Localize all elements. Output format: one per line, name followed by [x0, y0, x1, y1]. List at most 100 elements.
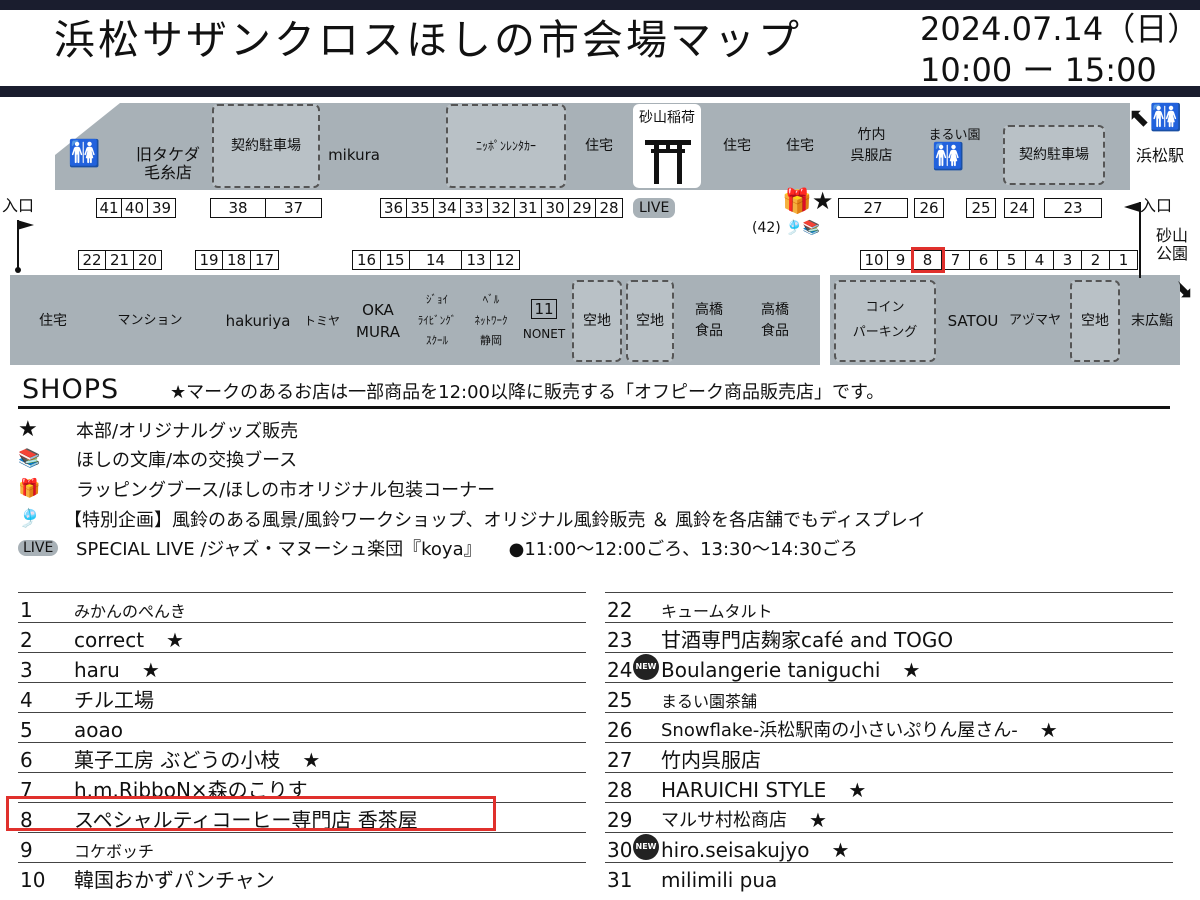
- booth-32[interactable]: 32: [488, 198, 515, 218]
- booth-21[interactable]: 21: [106, 250, 134, 270]
- booth-15[interactable]: 15: [381, 250, 410, 270]
- top-block-mikura: mikura: [325, 104, 383, 188]
- numrow-16-12: 16 15 14 13 12: [352, 250, 520, 270]
- gift-icon: 🎁: [18, 478, 41, 499]
- park-label: 砂山 公園: [1156, 226, 1189, 264]
- shop-row[interactable]: 23 甘酒専門店麹家café and TOGO: [605, 622, 1173, 652]
- shop-number: 23: [607, 628, 633, 652]
- shop-number: 3: [20, 658, 33, 682]
- booth-2[interactable]: 2: [1082, 250, 1110, 270]
- shop-row[interactable]: 25 まるい園茶舗: [605, 682, 1173, 712]
- booth-8-highlighted[interactable]: 8: [911, 247, 945, 273]
- station-arrow-icon: ⬉🚻: [1128, 103, 1183, 133]
- top-block-house-c: 住宅: [772, 104, 828, 188]
- booth-7[interactable]: 7: [942, 250, 970, 270]
- booth-16[interactable]: 16: [352, 250, 381, 270]
- windchime-icon: 🎐: [18, 508, 41, 529]
- booth-25[interactable]: 25: [966, 198, 996, 218]
- bottom-block-vacant-1: 空地: [572, 280, 622, 362]
- shop-name: 韓国おかずパンチャン: [74, 868, 275, 892]
- offpeak-star-icon: ★: [831, 838, 850, 862]
- selected-shop-highlight: [6, 796, 496, 831]
- booth-18[interactable]: 18: [223, 250, 251, 270]
- booth-9[interactable]: 9: [888, 250, 914, 270]
- booth-4[interactable]: 4: [1026, 250, 1054, 270]
- shops-heading: SHOPS: [22, 374, 120, 405]
- shop-name: HARUICHI STYLE: [661, 778, 827, 802]
- shop-row[interactable]: 26 Snowflake-浜松駅南の小さいぷりん屋さん- ★: [605, 712, 1173, 742]
- booth-27[interactable]: 27: [838, 198, 908, 218]
- booth-39[interactable]: 39: [148, 198, 176, 218]
- shop-name: correct: [74, 628, 145, 652]
- booth-26[interactable]: 26: [914, 198, 944, 218]
- top-block-old-takeda: 旧タケダ 毛糸店: [136, 145, 201, 183]
- bottom-block-bell-network: ﾍﾞﾙ ﾈｯﾄﾜｰｸ 静岡: [466, 280, 516, 362]
- shop-name: milimili pua: [661, 868, 778, 892]
- legend-text: SPECIAL LIVE /ジャズ・マヌーシュ楽団『koya』 ●11:00〜1…: [76, 539, 858, 560]
- entrance-right-label: 入口: [1140, 196, 1173, 215]
- shop-row[interactable]: 29 マルサ村松商店 ★: [605, 802, 1173, 832]
- booth-36[interactable]: 36: [380, 198, 407, 218]
- shop-row[interactable]: 3 haru ★: [18, 652, 586, 682]
- booth-35[interactable]: 35: [407, 198, 434, 218]
- event-time: 10:00 ー 15:00: [920, 51, 1157, 89]
- bottom-block-nonet: 11 NONET: [520, 280, 568, 362]
- booth-38[interactable]: 38: [210, 198, 266, 218]
- booth-31[interactable]: 31: [515, 198, 542, 218]
- booth-11[interactable]: 11: [531, 299, 557, 319]
- booth-41[interactable]: 41: [96, 198, 122, 218]
- legend-row-gift: 🎁 ラッピングブース/ほしの市オリジナル包装コーナー: [18, 476, 495, 502]
- shop-row[interactable]: 1 みかんのぺんき: [18, 592, 586, 622]
- bottom-block-mansion: マンション: [86, 280, 214, 362]
- booth-19[interactable]: 19: [195, 250, 223, 270]
- shop-name: aoao: [74, 718, 123, 742]
- booth-30[interactable]: 30: [542, 198, 569, 218]
- bottom-block-takahashi-2: 高橋 食品: [744, 280, 806, 362]
- shop-row[interactable]: 27 竹内呉服店: [605, 742, 1173, 772]
- booth-17[interactable]: 17: [251, 250, 279, 270]
- booth-37[interactable]: 37: [266, 198, 322, 218]
- booth-24[interactable]: 24: [1004, 198, 1034, 218]
- shop-row[interactable]: 5 aoao: [18, 712, 586, 742]
- booth-23[interactable]: 23: [1044, 198, 1102, 218]
- numrow-19-17: 19 18 17: [195, 250, 279, 270]
- booth-40[interactable]: 40: [122, 198, 148, 218]
- shop-row[interactable]: 30 NEW hiro.seisakujyo ★: [605, 832, 1173, 862]
- booth-13[interactable]: 13: [462, 250, 491, 270]
- shop-row[interactable]: 28 HARUICHI STYLE ★: [605, 772, 1173, 802]
- booth-29[interactable]: 29: [569, 198, 596, 218]
- shop-row[interactable]: 9 コケボッチ: [18, 832, 586, 862]
- shop-row[interactable]: 2 correct ★: [18, 622, 586, 652]
- shop-number: 2: [20, 628, 33, 652]
- booth-10[interactable]: 10: [860, 250, 888, 270]
- legend-text: 【特別企画】風鈴のある風景/風鈴ワークショップ、オリジナル風鈴販売 ＆ 風鈴を各…: [64, 510, 926, 531]
- booth-3[interactable]: 3: [1054, 250, 1082, 270]
- bottom-block-vacant-2: 空地: [626, 280, 674, 362]
- restroom-icon: 🚻: [68, 139, 101, 169]
- shop-row[interactable]: 24 NEW Boulangerie taniguchi ★: [605, 652, 1173, 682]
- booth-6[interactable]: 6: [970, 250, 998, 270]
- booth-22[interactable]: 22: [78, 250, 106, 270]
- bottom-block-house-d: 住宅: [28, 280, 78, 362]
- booth-28[interactable]: 28: [596, 198, 623, 218]
- shop-row[interactable]: 22 キュームタルト: [605, 592, 1173, 622]
- booth-33[interactable]: 33: [461, 198, 488, 218]
- restroom-icon-2: 🚻: [932, 142, 965, 172]
- shop-name: コケボッチ: [74, 842, 155, 861]
- new-badge-icon: NEW: [633, 834, 659, 860]
- booth-5[interactable]: 5: [998, 250, 1026, 270]
- booth-20[interactable]: 20: [134, 250, 162, 270]
- bottom-block-takahashi-1: 高橋 食品: [680, 280, 738, 362]
- shop-name: 甘酒専門店麹家café and TOGO: [661, 628, 954, 652]
- shop-row[interactable]: 4 チル工場: [18, 682, 586, 712]
- booth-1[interactable]: 1: [1110, 250, 1138, 270]
- shop-row[interactable]: 31 milimili pua: [605, 862, 1173, 892]
- shop-row[interactable]: 6 菓子工房 ぶどうの小枝 ★: [18, 742, 586, 772]
- booth-14[interactable]: 14: [410, 250, 462, 270]
- shop-number: 28: [607, 778, 633, 802]
- booth-12[interactable]: 12: [491, 250, 520, 270]
- shop-row[interactable]: 10 韓国おかずパンチャン: [18, 862, 586, 892]
- legend-row-windchime: 🎐 【特別企画】風鈴のある風景/風鈴ワークショップ、オリジナル風鈴販売 ＆ 風鈴…: [18, 506, 926, 532]
- top-block-house-b: 住宅: [706, 104, 768, 188]
- booth-34[interactable]: 34: [434, 198, 461, 218]
